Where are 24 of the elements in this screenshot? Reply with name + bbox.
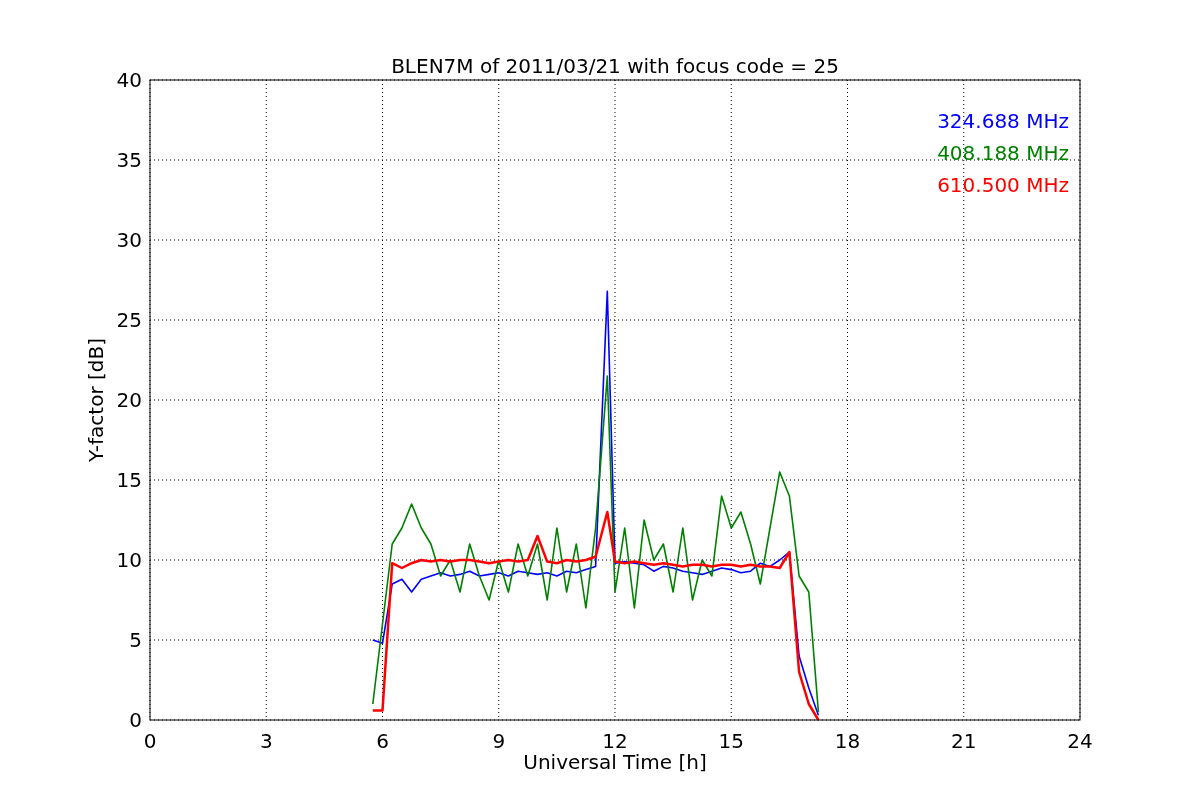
x-tick-label: 15 xyxy=(718,729,744,753)
x-tick-label: 21 xyxy=(951,729,977,753)
legend-label: 324.688 MHz xyxy=(937,109,1069,133)
x-tick-label: 9 xyxy=(492,729,506,753)
y-tick-label: 20 xyxy=(116,388,142,412)
legend-label: 610.500 MHz xyxy=(937,173,1069,197)
x-tick-label: 6 xyxy=(376,729,389,753)
x-tick-label: 3 xyxy=(259,729,273,753)
y-tick-label: 40 xyxy=(116,68,142,92)
y-tick-label: 15 xyxy=(116,468,142,492)
y-tick-label: 10 xyxy=(116,548,142,572)
y-tick-label: 35 xyxy=(116,148,142,172)
y-tick-label: 30 xyxy=(116,228,142,252)
y-axis-label: Y-factor [dB] xyxy=(84,338,108,462)
x-axis-label: Universal Time [h] xyxy=(523,750,707,774)
x-tick-label: 12 xyxy=(602,729,628,753)
x-tick-label: 18 xyxy=(834,729,861,753)
chart-title: BLEN7M of 2011/03/21 with focus code = 25 xyxy=(391,54,839,78)
y-tick-label: 0 xyxy=(129,708,142,732)
y-tick-label: 25 xyxy=(116,308,142,332)
x-tick-label: 0 xyxy=(143,729,157,753)
legend-label: 408.188 MHz xyxy=(937,141,1069,165)
y-tick-label: 5 xyxy=(129,628,142,652)
x-tick-label: 24 xyxy=(1067,729,1093,753)
